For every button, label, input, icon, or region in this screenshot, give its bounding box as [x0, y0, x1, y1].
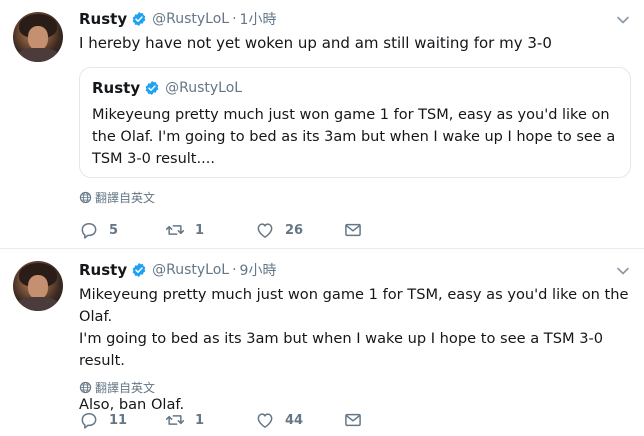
tweet-header: Rusty @RustyLoL · 1小時	[79, 9, 276, 29]
retweet-button[interactable]: 1	[165, 410, 204, 430]
verified-badge-icon	[145, 81, 159, 95]
envelope-icon	[345, 223, 361, 237]
quoted-tweet-header: Rusty @RustyLoL	[92, 79, 242, 97]
reply-button[interactable]: 5	[79, 220, 118, 240]
user-handle[interactable]: @RustyLoL	[152, 262, 229, 278]
avatar-shirt	[17, 297, 59, 311]
heart-icon	[257, 413, 273, 428]
quoted-tweet-text: Mikeyeung pretty much just won game 1 fo…	[92, 107, 616, 167]
display-name[interactable]: Rusty	[79, 261, 127, 279]
avatar[interactable]	[13, 12, 63, 62]
retweet-icon	[165, 415, 185, 425]
tweet-actions: 5 1 26	[79, 220, 379, 242]
avatar-face	[28, 275, 48, 299]
like-button[interactable]: 44	[255, 410, 303, 430]
tweet[interactable]: Rusty @RustyLoL · 1小時 I hereby have not …	[0, 0, 644, 246]
quoted-user-handle: @RustyLoL	[165, 80, 243, 96]
globe-icon	[79, 191, 92, 204]
retweet-icon	[165, 225, 185, 235]
like-count: 26	[285, 222, 304, 238]
reply-icon	[81, 413, 97, 429]
avatar-shirt	[17, 48, 59, 62]
tweet-actions: 11 1 44	[79, 410, 379, 432]
translate-label: 翻譯自英文	[95, 191, 156, 205]
reply-count: 11	[109, 412, 128, 428]
avatar[interactable]	[13, 261, 63, 311]
separator-dot: ·	[232, 11, 237, 27]
translate-link[interactable]: 翻譯自英文	[79, 189, 155, 206]
like-button[interactable]: 26	[255, 220, 303, 240]
translate-link[interactable]: 翻譯自英文	[79, 379, 155, 396]
reply-count: 5	[109, 222, 119, 238]
verified-badge-icon	[132, 12, 146, 26]
translate-label: 翻譯自英文	[95, 381, 156, 395]
tweet-header: Rusty @RustyLoL · 9小時	[79, 260, 276, 280]
direct-message-button[interactable]	[343, 410, 363, 430]
retweet-count: 1	[195, 222, 205, 238]
avatar-face	[28, 26, 48, 50]
display-name[interactable]: Rusty	[79, 10, 127, 28]
verified-badge-icon	[132, 263, 146, 277]
timestamp[interactable]: 1小時	[240, 9, 277, 29]
retweet-count: 1	[195, 412, 205, 428]
quoted-tweet[interactable]: Rusty @RustyLoL Mikeyeung pretty much ju…	[79, 67, 631, 178]
reply-icon	[81, 223, 97, 239]
retweet-button[interactable]: 1	[165, 220, 204, 240]
direct-message-button[interactable]	[343, 220, 363, 240]
heart-icon	[257, 223, 273, 238]
tweet-text: Mikeyeung pretty much just won game 1 fo…	[79, 286, 629, 413]
tweet[interactable]: Rusty @RustyLoL · 9小時 Mikeyeung pretty m…	[0, 249, 644, 436]
chevron-down-icon[interactable]	[616, 264, 630, 278]
like-count: 44	[285, 412, 304, 428]
separator-dot: ·	[232, 262, 237, 278]
chevron-down-icon[interactable]	[616, 13, 630, 27]
timestamp[interactable]: 9小時	[240, 260, 277, 280]
quoted-display-name: Rusty	[92, 79, 141, 97]
envelope-icon	[345, 413, 361, 427]
reply-button[interactable]: 11	[79, 410, 127, 430]
tweet-text: I hereby have not yet woken up and am st…	[79, 34, 552, 52]
user-handle[interactable]: @RustyLoL	[152, 11, 229, 27]
globe-icon	[79, 381, 92, 394]
